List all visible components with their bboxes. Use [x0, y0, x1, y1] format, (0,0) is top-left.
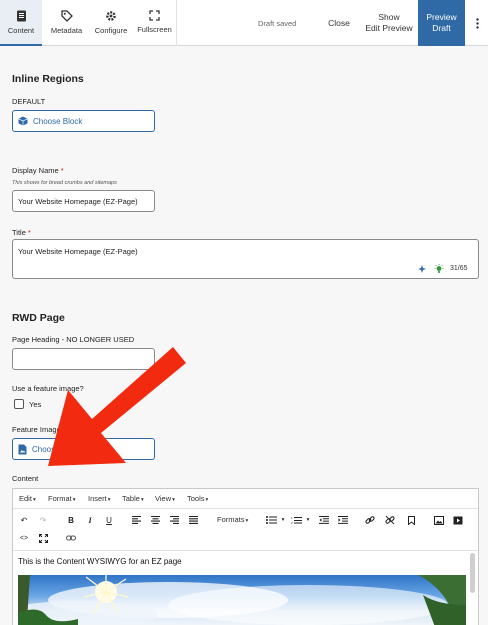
- chevron-down-icon: ▾: [245, 518, 249, 524]
- preview-label-line-1: Preview: [426, 11, 457, 22]
- editor-toolbar-row-2: <>: [13, 530, 478, 549]
- wysiwyg-editor[interactable]: Edit Format Insert Table View Tools ↶ ↷ …: [12, 488, 479, 625]
- align-left-icon[interactable]: [130, 514, 142, 526]
- title-char-counter: 31/65: [450, 265, 468, 272]
- content-photo: [18, 575, 466, 625]
- page-heading-label: Page Heading - NO LONGER USED: [12, 335, 135, 344]
- show-edit-preview-button[interactable]: Show Edit Preview: [359, 0, 419, 46]
- display-name-hint: This shows for bread crumbs and sitemaps: [12, 180, 117, 186]
- tab-configure-label: Configure: [94, 26, 128, 35]
- inline-regions-heading: Inline Regions: [12, 73, 84, 85]
- preview-draft-label: Preview Draft: [426, 12, 456, 34]
- bookmark-icon[interactable]: [405, 514, 417, 526]
- align-center-icon[interactable]: [149, 514, 161, 526]
- sun-flare-image: [18, 575, 466, 625]
- insert-media-icon[interactable]: [452, 514, 464, 526]
- redo-icon[interactable]: ↷: [37, 514, 49, 526]
- show-edit-preview-label: Show Edit Preview: [365, 12, 412, 34]
- more-options-icon[interactable]: [466, 0, 488, 46]
- preview-label-line-2: Draft: [432, 23, 451, 33]
- gear-icon: [106, 11, 116, 21]
- outdent-icon[interactable]: [318, 514, 330, 526]
- required-marker: *: [60, 166, 64, 175]
- justify-icon[interactable]: [187, 514, 199, 526]
- menu-view[interactable]: View: [155, 494, 175, 503]
- tab-content-label: Content: [7, 26, 35, 35]
- editor-scrollbar[interactable]: [470, 553, 475, 593]
- source-code-icon[interactable]: <>: [18, 532, 30, 544]
- image-file-icon: [18, 444, 27, 454]
- svg-text:2: 2: [291, 521, 293, 524]
- fullscreen-icon: [149, 10, 160, 21]
- editor-toolbar-row-1: ↶ ↷ B I U Formats▾ ▾ 12 ▾: [13, 511, 478, 530]
- link-icon[interactable]: [364, 514, 376, 526]
- numbered-list-icon[interactable]: 12: [290, 514, 302, 526]
- editor-body-text: This is the Content WYSIWYG for an EZ pa…: [18, 557, 182, 566]
- tab-configure[interactable]: Configure: [89, 0, 133, 46]
- page-heading-input[interactable]: [12, 348, 155, 370]
- bold-icon[interactable]: B: [65, 514, 77, 526]
- formats-label: Formats: [217, 515, 245, 524]
- feature-image-question: Use a feature image?: [12, 384, 84, 393]
- numbered-list-chevron-icon[interactable]: ▾: [302, 514, 314, 526]
- title-label-text: Title: [12, 228, 26, 237]
- draft-status: Draft saved: [258, 19, 297, 28]
- tab-content[interactable]: Content: [0, 0, 42, 46]
- content-label: Content: [12, 474, 39, 483]
- sparkle-icon[interactable]: [418, 265, 427, 274]
- display-name-label: Display Name *: [12, 166, 64, 175]
- title-input[interactable]: Your Website Homepage (EZ-Page) 31/65: [12, 239, 479, 279]
- tab-metadata[interactable]: Metadata: [44, 0, 89, 46]
- title-label: Title *: [12, 228, 31, 237]
- editor-menubar: Edit Format Insert Table View Tools: [13, 489, 478, 509]
- top-toolbar: Content Metadata Configure Fullscreen Dr…: [0, 0, 488, 46]
- feature-image-label: Feature Image: [12, 425, 61, 434]
- anchor-link-icon[interactable]: [65, 532, 77, 544]
- show-label-line-2: Edit Preview: [365, 23, 413, 33]
- choose-block-button[interactable]: Choose Block: [12, 110, 155, 132]
- menu-table[interactable]: Table: [122, 494, 144, 503]
- unlink-icon[interactable]: [384, 514, 396, 526]
- cube-icon: [18, 116, 28, 126]
- required-marker: *: [27, 228, 31, 237]
- editor-body[interactable]: This is the Content WYSIWYG for an EZ pa…: [13, 550, 478, 625]
- choose-block-label: Choose Block: [33, 116, 83, 126]
- close-button-label: Close: [328, 18, 350, 28]
- close-button[interactable]: Close: [322, 0, 356, 46]
- formats-dropdown[interactable]: Formats▾: [217, 515, 248, 524]
- document-icon: [16, 10, 26, 22]
- bullet-list-chevron-icon[interactable]: ▾: [277, 514, 289, 526]
- choose-image-label: Choose: [32, 444, 60, 454]
- menu-tools[interactable]: Tools: [187, 494, 208, 503]
- title-input-value: Your Website Homepage (EZ-Page): [18, 247, 138, 256]
- indent-icon[interactable]: [337, 514, 349, 526]
- tab-metadata-label: Metadata: [50, 26, 83, 35]
- undo-icon[interactable]: ↶: [18, 514, 30, 526]
- menu-format[interactable]: Format: [48, 494, 76, 503]
- choose-image-button[interactable]: Choose: [12, 438, 155, 460]
- show-label-line-1: Show: [378, 11, 400, 22]
- align-right-icon[interactable]: [168, 514, 180, 526]
- bullet-list-icon[interactable]: [265, 514, 277, 526]
- display-name-label-text: Display Name: [12, 166, 59, 175]
- fullscreen-editor-icon[interactable]: [37, 532, 49, 544]
- preview-draft-button[interactable]: Preview Draft: [418, 0, 465, 46]
- yes-label: Yes: [29, 400, 42, 409]
- tab-fullscreen-label: Fullscreen: [137, 25, 172, 34]
- menu-edit[interactable]: Edit: [19, 494, 36, 503]
- rwd-page-heading: RWD Page: [12, 312, 65, 324]
- italic-icon[interactable]: I: [84, 514, 96, 526]
- tag-icon: [60, 10, 73, 22]
- svg-text:1: 1: [291, 516, 293, 520]
- underline-icon[interactable]: U: [103, 514, 115, 526]
- default-region-label: DEFAULT: [12, 97, 46, 106]
- tab-fullscreen[interactable]: Fullscreen: [133, 0, 177, 46]
- lightbulb-icon[interactable]: [434, 264, 444, 274]
- menu-insert[interactable]: Insert: [88, 494, 111, 503]
- insert-image-icon[interactable]: [433, 514, 445, 526]
- display-name-input[interactable]: Your Website Homepage (EZ-Page): [12, 190, 155, 212]
- feature-image-checkbox[interactable]: [14, 399, 24, 409]
